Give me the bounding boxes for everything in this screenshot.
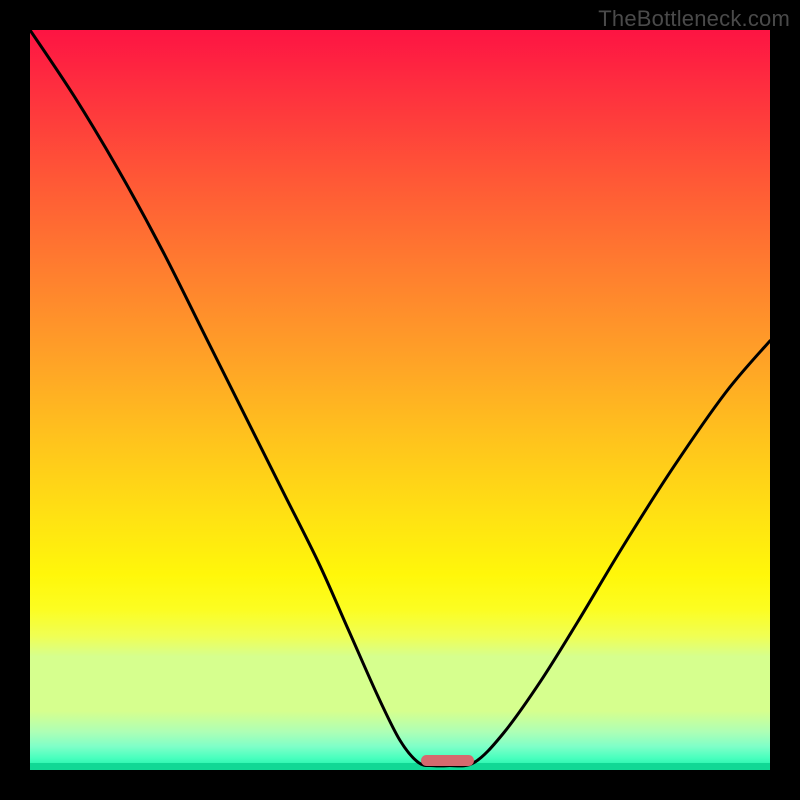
bottleneck-curve [30,30,770,770]
optimum-marker [421,755,474,766]
plot-area [30,30,770,770]
chart-frame: TheBottleneck.com [0,0,800,800]
watermark-text: TheBottleneck.com [598,6,790,32]
